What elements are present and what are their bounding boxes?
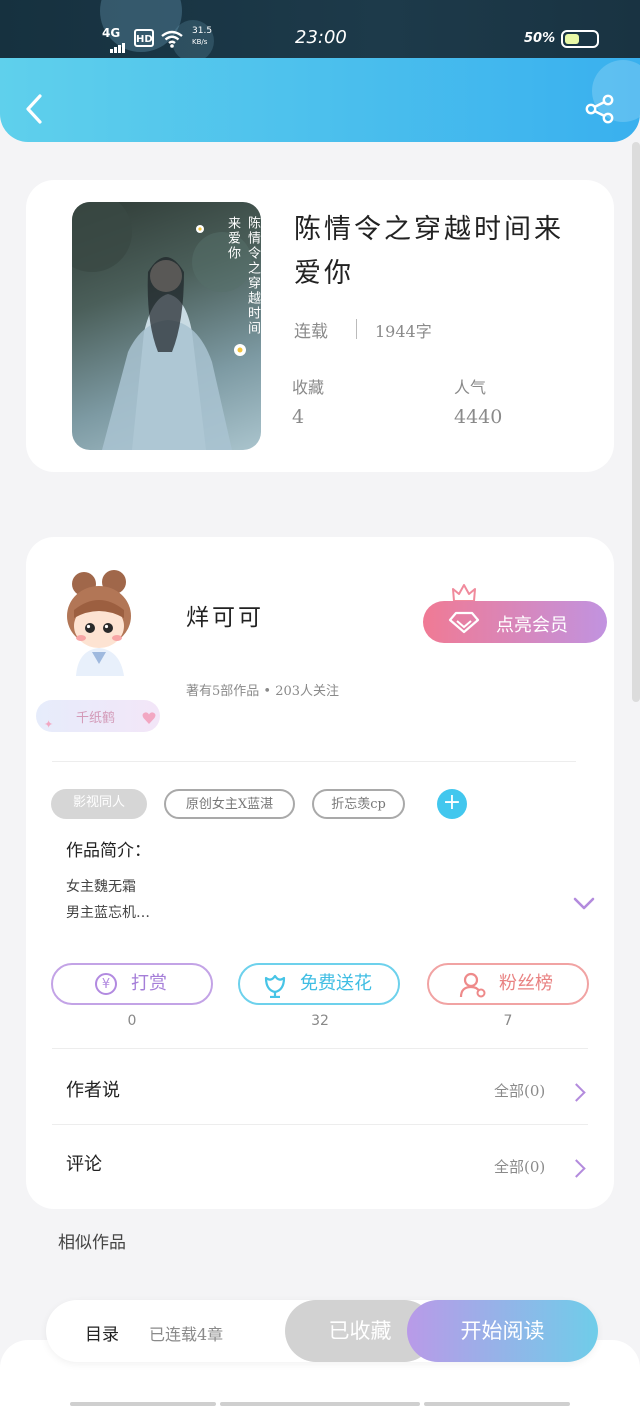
nav-handle-right: [424, 1402, 570, 1406]
intro-line-2: 男主蓝忘机…: [66, 905, 150, 921]
avatar[interactable]: [58, 568, 140, 678]
author-says-label: 作者说: [66, 1080, 120, 1101]
word-count: 1944字: [375, 322, 432, 341]
hd-icon: HD: [134, 29, 154, 47]
fan-ranking-label: 粉丝榜: [499, 973, 553, 994]
author-meta: 著有5部作品 • 203人关注: [186, 684, 340, 699]
yen-coin-icon: ¥: [95, 973, 117, 995]
vip-button[interactable]: 点亮会员: [423, 601, 607, 643]
book-status: 连载: [294, 322, 328, 342]
popularity-label: 人气: [454, 378, 487, 397]
tip-label: 打赏: [131, 973, 167, 994]
comments-label: 评论: [66, 1154, 102, 1175]
vip-label: 点亮会员: [496, 615, 568, 636]
nav-handle-left: [70, 1402, 216, 1406]
speed-value: 31.5: [192, 26, 213, 36]
status-divider: [356, 319, 357, 339]
author-says-count: 全部(0): [494, 1082, 546, 1100]
clock: 23:00: [295, 27, 347, 48]
catalog-link[interactable]: 目录: [85, 1320, 119, 1345]
author-divider: [52, 761, 576, 762]
book-cover[interactable]: 陈情令之穿越时间来爱你: [72, 202, 261, 450]
comments-count: 全部(0): [494, 1158, 546, 1176]
chevron-right-icon: [567, 1083, 586, 1102]
send-flower-button[interactable]: 免费送花: [238, 963, 400, 1005]
favorites-value: 4: [292, 406, 305, 428]
tag-cp[interactable]: 折忘羡cp: [312, 789, 405, 819]
author-name[interactable]: 烊可可: [186, 598, 264, 632]
favorites-label: 收藏: [292, 378, 325, 397]
fan-count: 7: [503, 1013, 513, 1029]
author-badge: 千纸鹤 ✦: [36, 700, 160, 732]
tag-fanfic[interactable]: 影视同人: [51, 789, 147, 819]
intro-line-1: 女主魏无霜: [66, 879, 136, 895]
fan-ranking-button[interactable]: 粉丝榜: [427, 963, 589, 1005]
flower-count: 32: [311, 1013, 329, 1029]
status-bar: 4G HD 31.5 KB/s 23:00 50%: [0, 0, 640, 62]
speed-unit: KB/s: [192, 38, 208, 46]
sparkle-icon: ✦: [44, 718, 54, 731]
book-title: 陈情令之穿越时间来爱你: [294, 214, 564, 289]
intro-heading: 作品简介：: [66, 841, 151, 861]
flower-icon: [262, 972, 288, 999]
popularity-value: 4440: [454, 406, 503, 428]
scrollbar[interactable]: [632, 142, 640, 702]
send-flower-label: 免费送花: [300, 973, 372, 994]
actions-divider: [52, 1048, 588, 1049]
person-icon: [459, 972, 487, 998]
wifi-icon: [161, 30, 183, 48]
signal-icon: [110, 38, 126, 53]
chapter-progress: 已连载4章: [149, 1325, 224, 1344]
add-tag-icon[interactable]: +: [437, 789, 467, 819]
similar-works-heading: 相似作品: [58, 1233, 126, 1253]
tag-original-female-lead[interactable]: 原创女主X蓝湛: [164, 789, 295, 819]
heart-icon: [142, 710, 156, 724]
start-reading-button[interactable]: 开始阅读: [407, 1300, 598, 1362]
battery-percent: 50%: [524, 31, 556, 46]
nav-handle-center: [220, 1402, 420, 1406]
back-icon[interactable]: [22, 92, 46, 126]
author-says-row[interactable]: 作者说 全部(0): [26, 1050, 614, 1124]
chevron-right-icon: [567, 1159, 586, 1178]
top-header: [0, 58, 640, 142]
tip-count: 0: [127, 1013, 137, 1029]
comments-row[interactable]: 评论 全部(0): [26, 1126, 614, 1200]
diamond-icon: [447, 610, 481, 634]
share-icon[interactable]: [584, 94, 616, 124]
expand-chevron-icon[interactable]: [572, 896, 596, 912]
crane-badge-label: 千纸鹤: [76, 711, 116, 726]
tip-button[interactable]: ¥ 打赏: [51, 963, 213, 1005]
rows-divider: [52, 1124, 588, 1125]
battery-icon: [561, 30, 599, 48]
cover-title: 陈情令之穿越时间来爱你: [225, 216, 260, 336]
